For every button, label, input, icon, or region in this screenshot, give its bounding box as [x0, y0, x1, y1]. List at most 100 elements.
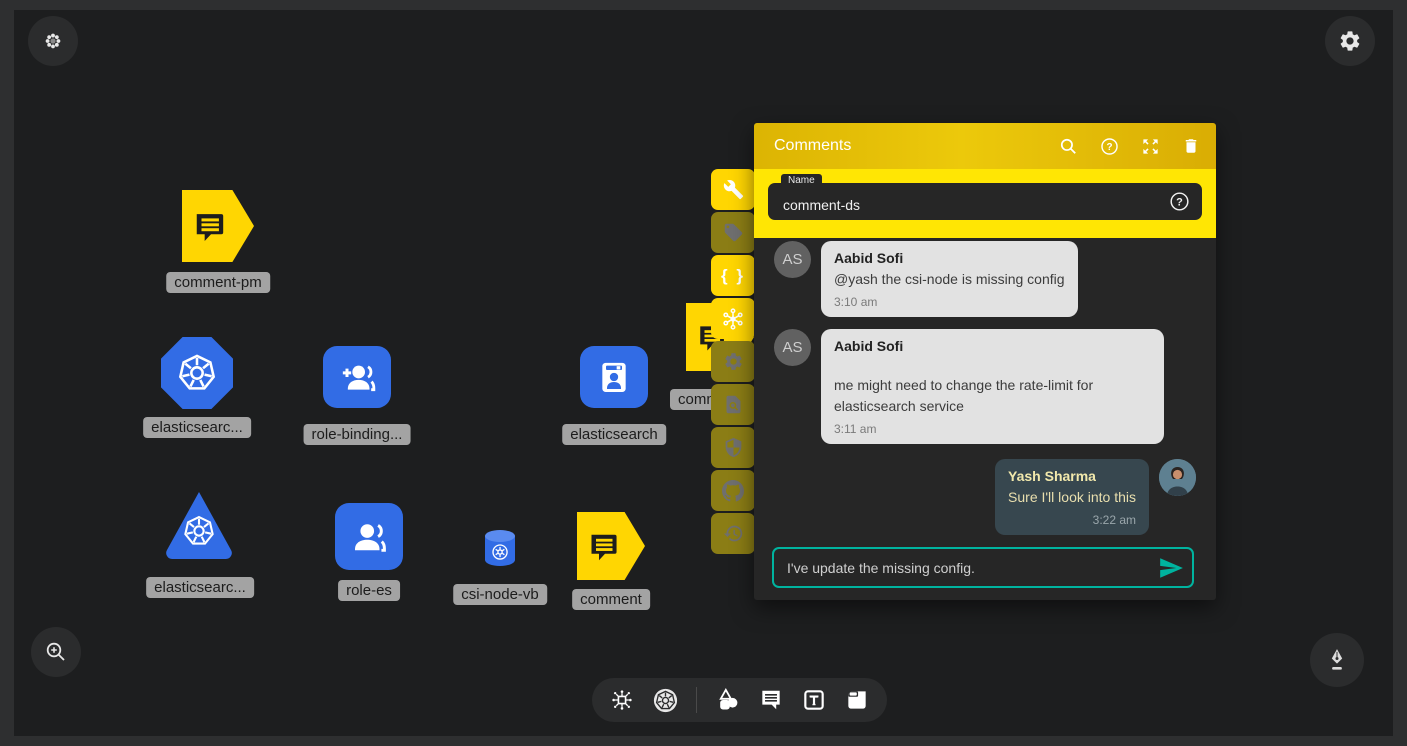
json-tool-button[interactable]: { }: [711, 255, 755, 296]
message-text: me might need to change the rate-limit f…: [834, 375, 1151, 416]
node-role-binding[interactable]: [323, 346, 391, 408]
comment-icon: [587, 528, 623, 564]
document-search-icon: [723, 394, 744, 415]
role-binding-icon: [337, 357, 377, 397]
message-bubble: Aabid Sofi @yash the csi-node is missing…: [821, 241, 1078, 317]
user-photo: [1159, 459, 1196, 496]
node-comment-pm[interactable]: [182, 190, 254, 262]
shape-toolbar: [592, 678, 887, 722]
gear-icon: [723, 351, 744, 372]
node-action-toolbar: { }: [711, 169, 755, 554]
hub-tool-button[interactable]: [711, 298, 755, 339]
hub-icon: [721, 307, 745, 331]
node-csi-node-vb[interactable]: [481, 528, 519, 568]
github-icon: [722, 480, 744, 502]
components-tool-button[interactable]: [609, 687, 635, 713]
send-icon: [1158, 555, 1184, 581]
image-icon: [844, 687, 870, 713]
node-role-es[interactable]: [335, 503, 403, 570]
avatar: [1159, 459, 1196, 496]
comment-input[interactable]: [772, 547, 1194, 588]
toolbar-divider: [696, 687, 697, 713]
kubernetes-icon: [652, 687, 679, 714]
node-label: comment: [572, 589, 650, 610]
security-tool-button[interactable]: [711, 427, 755, 468]
braces-icon: { }: [721, 266, 745, 286]
delete-button[interactable]: [1182, 137, 1200, 155]
node-elasticsearch-serviceaccount[interactable]: [580, 346, 648, 408]
send-button[interactable]: [1158, 555, 1184, 581]
tag-tool-button[interactable]: [711, 212, 755, 253]
node-elasticsearch-triangle[interactable]: [161, 488, 237, 562]
name-help-button[interactable]: ?: [1169, 191, 1190, 217]
zoom-in-icon: [44, 640, 68, 664]
app-logo-button[interactable]: [28, 16, 78, 66]
history-icon: [723, 523, 744, 544]
wrench-icon: [723, 179, 744, 200]
comment-message: Yash Sharma Sure I'll look into this 3:2…: [754, 459, 1216, 535]
message-time: 3:10 am: [834, 295, 1065, 309]
pen-tool-button[interactable]: [1310, 633, 1364, 687]
kubernetes-wheel-icon: [175, 351, 219, 395]
flower-logo-icon: [43, 31, 63, 51]
avatar: AS: [774, 241, 811, 278]
settings-tool-button[interactable]: [711, 341, 755, 382]
trash-icon: [1182, 137, 1200, 155]
message-time: 3:22 am: [1008, 513, 1136, 527]
message-author: Aabid Sofi: [834, 250, 1065, 266]
shield-icon: [723, 437, 744, 458]
spacer: [834, 357, 1151, 375]
message-bubble: Aabid Sofi me might need to change the r…: [821, 329, 1164, 444]
comment-message: AS Aabid Sofi me might need to change th…: [754, 329, 1216, 444]
svg-text:?: ?: [1176, 197, 1183, 209]
avatar: AS: [774, 329, 811, 366]
panel-title: Comments: [774, 137, 1037, 155]
settings-button[interactable]: [1325, 16, 1375, 66]
zoom-in-button[interactable]: [31, 627, 81, 677]
message-bubble: Yash Sharma Sure I'll look into this 3:2…: [995, 459, 1149, 535]
history-tool-button[interactable]: [711, 513, 755, 554]
image-tool-button[interactable]: [844, 687, 870, 713]
configure-tool-button[interactable]: [711, 169, 755, 210]
node-label: elasticsearch: [562, 424, 666, 445]
comment-icon: [192, 207, 230, 245]
kubernetes-tool-button[interactable]: [652, 687, 679, 714]
search-icon: [1059, 137, 1078, 156]
node-label: csi-node-vb: [453, 584, 547, 605]
message-author: Aabid Sofi: [834, 338, 1151, 354]
service-account-badge-icon: [594, 357, 634, 397]
node-label: role-binding...: [304, 424, 411, 445]
node-comment[interactable]: [577, 512, 645, 580]
message-text: @yash the csi-node is missing config: [834, 269, 1065, 289]
node-label: comment-pm: [166, 272, 270, 293]
message-time: 3:11 am: [834, 422, 1151, 436]
inspect-tool-button[interactable]: [711, 384, 755, 425]
expand-button[interactable]: [1141, 137, 1160, 156]
node-elasticsearch-octagon[interactable]: [161, 337, 233, 409]
comment-tool-button[interactable]: [758, 687, 784, 713]
role-icon: [348, 516, 390, 558]
comments-panel-header[interactable]: Comments ?: [754, 123, 1216, 169]
search-button[interactable]: [1059, 137, 1078, 156]
pen-nib-icon: [1324, 647, 1350, 673]
help-icon: ?: [1100, 137, 1119, 156]
github-tool-button[interactable]: [711, 470, 755, 511]
app-window: { "colors": { "accent_yellow": "#FFD602"…: [0, 0, 1407, 746]
tag-icon: [723, 222, 744, 243]
comments-panel: Comments ?: [754, 123, 1216, 600]
help-button[interactable]: ?: [1100, 137, 1119, 156]
text-tool-button[interactable]: [801, 687, 827, 713]
name-input[interactable]: [768, 183, 1202, 220]
svg-text:?: ?: [1106, 142, 1112, 153]
design-canvas[interactable]: comment-pm elasticsearc... role-binding.…: [14, 10, 1393, 736]
comments-thread[interactable]: AS Aabid Sofi @yash the csi-node is miss…: [754, 238, 1216, 600]
shapes-tool-button[interactable]: [714, 687, 741, 714]
message-text: Sure I'll look into this: [1008, 487, 1136, 507]
node-label: elasticsearc...: [146, 577, 254, 598]
help-icon: ?: [1169, 191, 1190, 212]
component-chip-icon: [609, 687, 635, 713]
node-label: elasticsearc...: [143, 417, 251, 438]
message-author: Yash Sharma: [1008, 468, 1136, 484]
text-icon: [801, 687, 827, 713]
storage-cylinder-icon: [481, 528, 519, 568]
